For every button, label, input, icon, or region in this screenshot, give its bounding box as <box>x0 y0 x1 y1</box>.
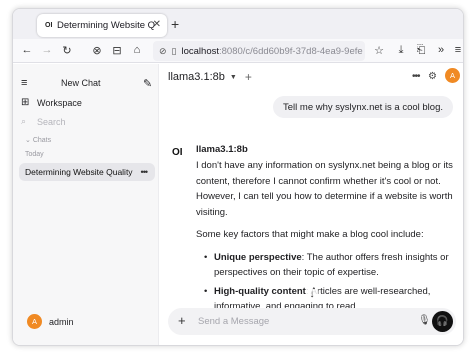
pocket-icon[interactable]: ⊗ <box>89 42 105 58</box>
plus-icon[interactable]: + <box>245 70 252 84</box>
chevron-down-icon: ⌄ <box>25 137 31 144</box>
chat-item-title: Determining Website Quality <box>25 167 133 177</box>
model-selector[interactable]: llama3.1:8b ▼ + <box>168 70 252 84</box>
screenshot-icon[interactable]: ⊟ <box>109 42 125 58</box>
sidebar: ≡ New Chat ✎ ⊞ Workspace ⌕ Search ⌄ Chat… <box>13 64 159 345</box>
new-chat-row[interactable]: ≡ New Chat ✎ <box>21 77 152 90</box>
message-input-bar: + 🎙 🎧 <box>168 308 456 335</box>
mic-icon[interactable]: 🎙 <box>418 315 431 326</box>
reload-icon[interactable]: ↻ <box>59 42 75 58</box>
bookmark-star-icon[interactable]: ☆ <box>371 42 387 58</box>
url-bar[interactable]: ⊘ ▯ localhost:8080/c/6dd60b9f-37d8-4ea9-… <box>153 41 365 61</box>
tab-bar: OI Determining Website Qua ✕ + <box>13 9 463 39</box>
browser-tab[interactable]: OI Determining Website Qua ✕ <box>37 14 167 37</box>
model-logo: OI <box>172 147 183 158</box>
close-icon[interactable]: ✕ <box>153 19 161 30</box>
page-icon: ▯ <box>171 45 177 56</box>
home-icon[interactable]: ⌂ <box>129 42 145 58</box>
message-list: Unique perspective: The author offers fr… <box>196 250 454 315</box>
new-chat-button[interactable]: New Chat <box>61 78 101 88</box>
tab-favicon: OI <box>45 22 53 29</box>
overflow-icon[interactable]: » <box>433 42 449 58</box>
compose-icon[interactable]: ✎ <box>143 77 152 90</box>
message-paragraph: I don't have any information on syslynx.… <box>196 160 453 218</box>
user-message: Tell me why syslynx.net is a cool blog. <box>273 96 453 118</box>
workspace-link[interactable]: ⊞ Workspace <box>21 97 82 108</box>
chat-item[interactable]: Determining Website Quality ••• <box>19 163 155 181</box>
chevron-down-icon[interactable]: ▼ <box>230 74 237 81</box>
chat-main: llama3.1:8b ▼ + ••• ⚙ A Tell me why sysl… <box>160 64 463 345</box>
extensions-icon[interactable]: ⎗ <box>413 42 429 58</box>
more-icon[interactable]: ••• <box>412 71 420 82</box>
headphones-icon[interactable]: 🎧 <box>432 311 453 332</box>
back-icon[interactable]: ← <box>19 42 35 58</box>
search-input[interactable]: Search <box>37 117 66 127</box>
app-area: ≡ New Chat ✎ ⊞ Workspace ⌕ Search ⌄ Chat… <box>13 64 463 345</box>
avatar[interactable]: A <box>445 68 460 83</box>
forward-icon[interactable]: → <box>39 42 55 58</box>
app-menu-icon[interactable]: ≡ <box>450 42 463 58</box>
model-name-label: llama3.1:8b <box>196 144 248 155</box>
tab-title: Determining Website Qua <box>57 20 155 31</box>
permissions-icon[interactable]: ⊘ <box>159 46 167 57</box>
settings-icon[interactable]: ⚙ <box>428 71 437 82</box>
avatar[interactable]: A <box>27 314 42 329</box>
search-icon: ⌕ <box>21 116 27 126</box>
chats-section-label[interactable]: ⌄ Chats <box>25 136 51 144</box>
new-tab-icon[interactable]: + <box>171 16 179 32</box>
more-icon[interactable]: ••• <box>141 167 149 177</box>
browser-window: OI Determining Website Qua ✕ + ← → ↻ ⊗ ⊟… <box>12 8 464 346</box>
message-paragraph: Some key factors that might make a blog … <box>196 229 424 240</box>
arrow-down-icon[interactable]: ↓ <box>306 289 318 300</box>
assistant-message: I don't have any information on syslynx.… <box>196 158 454 318</box>
user-name[interactable]: admin <box>49 317 74 327</box>
downloads-icon[interactable]: ⤓ <box>393 42 409 58</box>
list-item: Unique perspective: The author offers fr… <box>204 250 454 281</box>
plus-icon[interactable]: + <box>178 313 186 328</box>
url-path: :8080/c/6dd60b9f-37d8-4ea9-9efe <box>219 45 363 57</box>
message-input[interactable] <box>198 314 398 328</box>
today-label: Today <box>25 151 44 158</box>
model-name: llama3.1:8b <box>168 71 225 83</box>
workspace-label: Workspace <box>37 97 82 108</box>
menu-icon[interactable]: ≡ <box>21 77 41 89</box>
search-row[interactable]: ⌕ Search <box>21 116 66 127</box>
url-host: localhost <box>181 45 220 57</box>
nav-bar: ← → ↻ ⊗ ⊟ ⌂ ⊘ ▯ localhost:8080/c/6dd60b9… <box>13 39 463 63</box>
grid-icon: ⊞ <box>21 97 30 108</box>
